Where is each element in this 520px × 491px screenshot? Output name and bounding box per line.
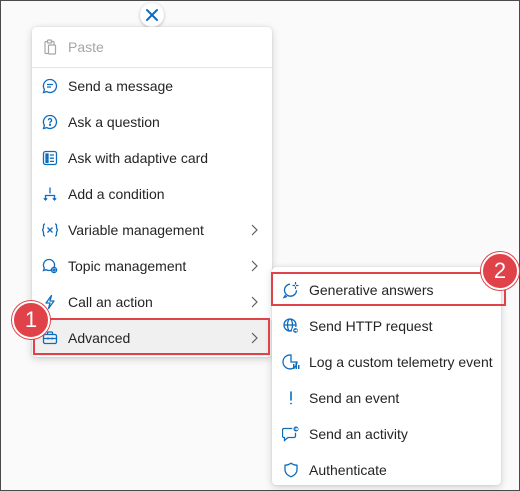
menu-item-label: Ask with adaptive card: [68, 150, 209, 166]
step-number: 2: [493, 258, 507, 283]
menu-item-label: Send a message: [68, 78, 174, 94]
menu-item-label: Send an activity: [309, 426, 408, 442]
close-icon: [145, 8, 159, 22]
menu-item-label: Variable management: [68, 222, 204, 238]
menu-item-ask-question[interactable]: Ask a question: [32, 104, 272, 140]
adaptive-card-icon: [40, 148, 60, 168]
step-badge-2: 2: [481, 252, 519, 290]
branch-icon: [40, 184, 60, 204]
menu-item-label: Topic management: [68, 258, 187, 274]
paste-icon: [40, 37, 60, 57]
menu-item-log-telemetry[interactable]: Log a custom telemetry event: [272, 344, 501, 380]
menu-item-adaptive-card[interactable]: Ask with adaptive card: [32, 140, 272, 176]
menu-item-label: Send an event: [309, 390, 400, 406]
sparkle-chat-icon: [281, 280, 301, 300]
menu-item-call-action[interactable]: Call an action: [32, 284, 272, 320]
menu-item-label: Paste: [68, 39, 104, 55]
topic-icon: [40, 256, 60, 276]
chat-activity-icon: [281, 424, 301, 444]
menu-item-label: Log a custom telemetry event: [309, 354, 493, 370]
menu-item-label: Send HTTP request: [309, 318, 433, 334]
menu-item-advanced[interactable]: Advanced: [32, 320, 272, 356]
menu-item-label: Call an action: [68, 294, 153, 310]
menu-item-label: Add a condition: [68, 186, 165, 202]
chevron-right-icon: [250, 224, 262, 236]
menu-item-send-activity[interactable]: Send an activity: [272, 416, 501, 452]
menu-item-generative-answers[interactable]: Generative answers: [272, 272, 501, 308]
menu-item-variable-management[interactable]: Variable management: [32, 212, 272, 248]
menu-item-authenticate[interactable]: Authenticate: [272, 452, 501, 488]
chevron-right-icon: [250, 260, 262, 272]
shield-icon: [281, 460, 301, 480]
menu-item-label: Advanced: [68, 330, 131, 346]
chat-message-icon: [40, 76, 60, 96]
chat-question-icon: [40, 112, 60, 132]
telemetry-icon: [281, 352, 301, 372]
variable-icon: [40, 220, 60, 240]
step-number: 1: [24, 307, 38, 332]
chevron-right-icon: [250, 296, 262, 308]
menu-item-label: Ask a question: [68, 114, 160, 130]
exclamation-icon: [281, 388, 301, 408]
menu-item-label: Generative answers: [309, 282, 434, 298]
menu-item-send-event[interactable]: Send an event: [272, 380, 501, 416]
menu-item-add-condition[interactable]: Add a condition: [32, 176, 272, 212]
add-node-menu: Paste Send a message Ask a question Ask …: [32, 27, 272, 357]
canvas: Paste Send a message Ask a question Ask …: [0, 0, 520, 491]
menu-item-send-http-request[interactable]: Send HTTP request: [272, 308, 501, 344]
step-badge-1: 1: [12, 301, 50, 339]
menu-item-label: Authenticate: [309, 462, 387, 478]
menu-item-send-message[interactable]: Send a message: [32, 68, 272, 104]
globe-icon: [281, 316, 301, 336]
menu-item-topic-management[interactable]: Topic management: [32, 248, 272, 284]
chevron-right-icon: [250, 332, 262, 344]
advanced-submenu: Generative answers Send HTTP request Log…: [272, 267, 501, 485]
close-button[interactable]: [140, 3, 164, 27]
menu-item-paste[interactable]: Paste: [32, 29, 272, 65]
